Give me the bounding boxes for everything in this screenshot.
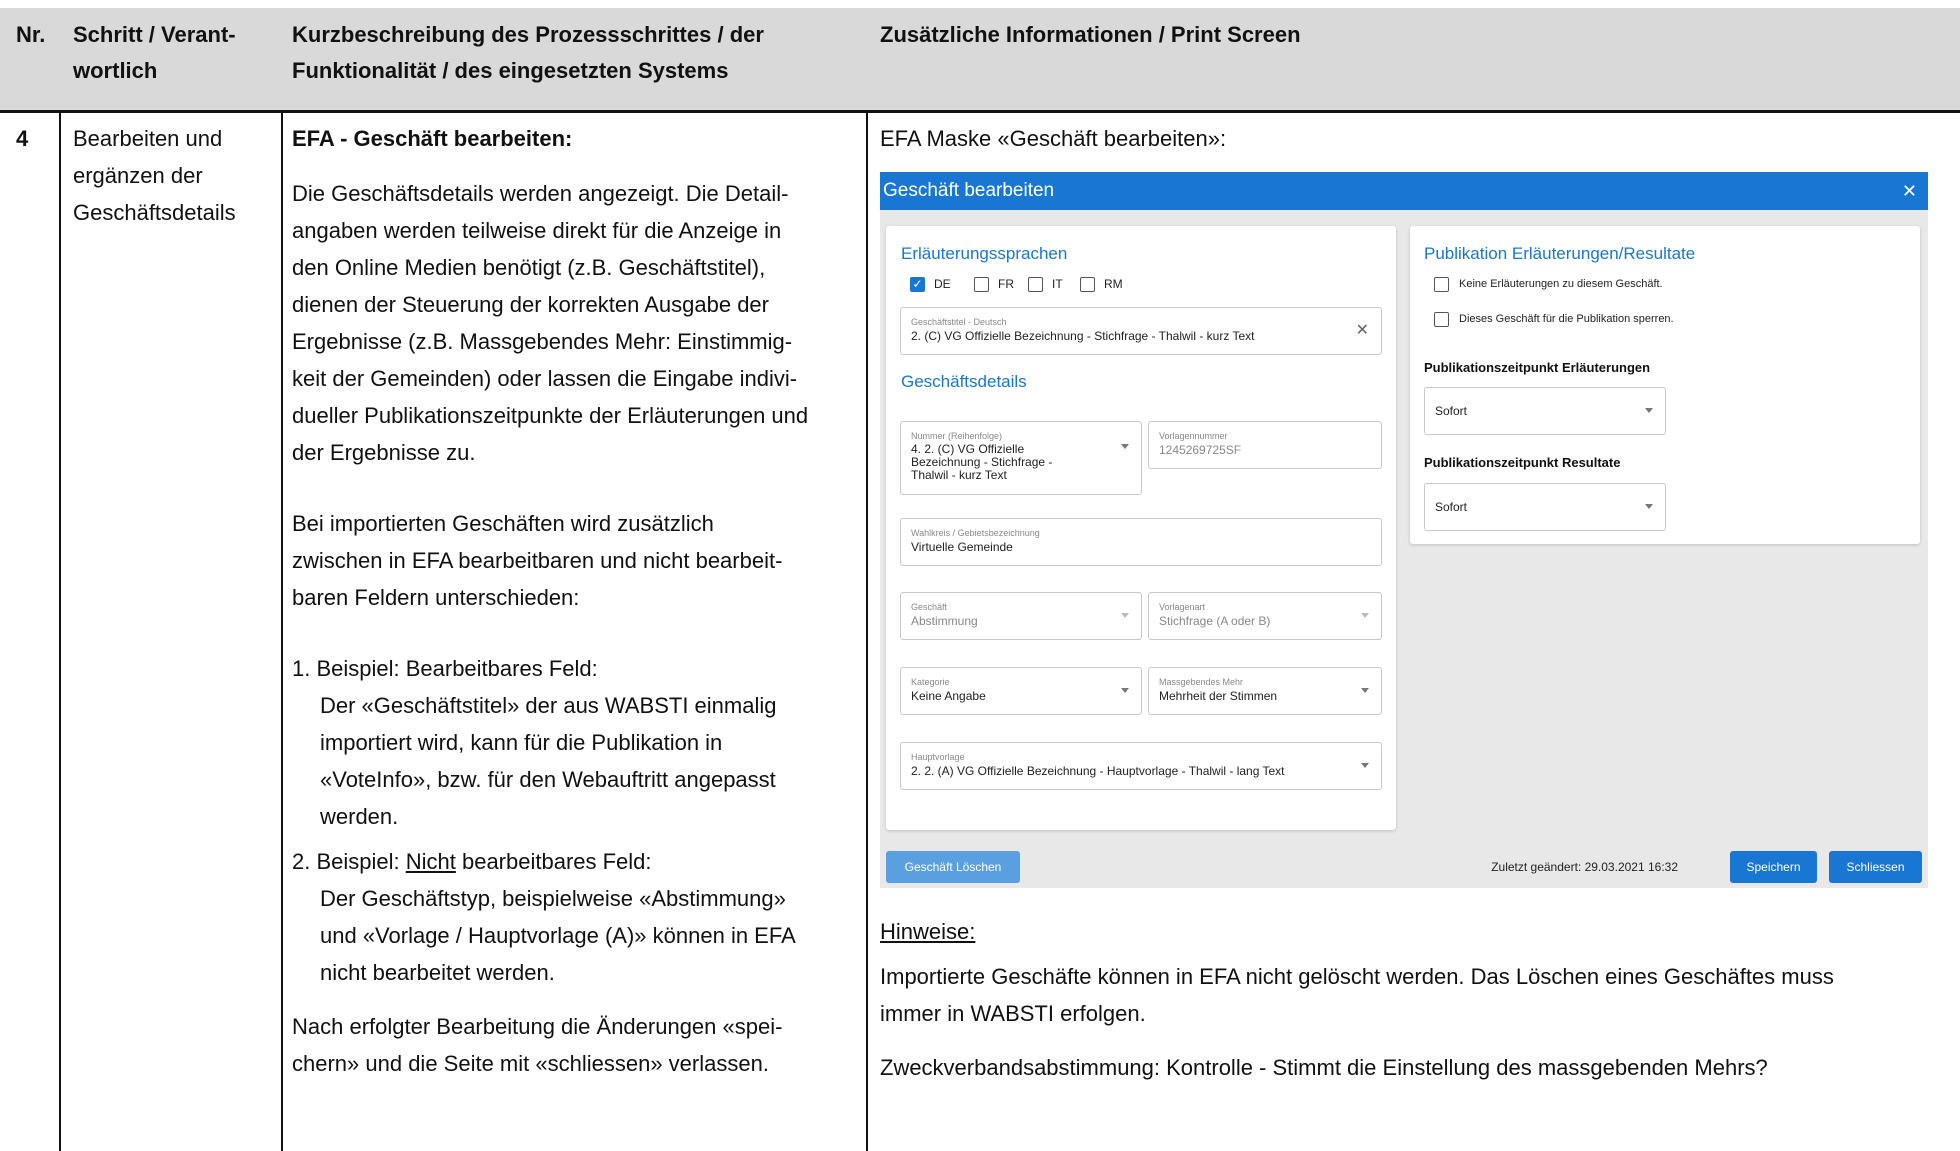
notes-section: Hinweise: Importierte Geschäfte können i… [880, 913, 1955, 1086]
edit-dialog: Geschäft bearbeiten ✕ Erläuterungssprach… [880, 172, 1928, 888]
column-divider [281, 113, 283, 1151]
number-select[interactable]: Nummer (Reihenfolge) 4. 2. (C) VG Offizi… [900, 421, 1142, 495]
publication-results-title: Publikationszeitpunkt Resultate [1424, 455, 1621, 470]
chevron-down-icon [1361, 613, 1369, 618]
chevron-down-icon [1121, 613, 1129, 618]
chevron-down-icon [1645, 408, 1653, 413]
hauptvorlage-select[interactable]: Hauptvorlage 2. 2. (A) VG Offizielle Bez… [900, 742, 1382, 790]
save-button[interactable]: Speichern [1730, 851, 1817, 883]
header-step: Schritt / Verant- wortlich [73, 22, 236, 83]
wahlkreis-field[interactable]: Wahlkreis / Gebietsbezeichnung Virtuelle… [900, 518, 1382, 566]
chevron-down-icon [1121, 444, 1129, 449]
publication-section-title: Publikation Erläuterungen/Resultate [1424, 244, 1696, 263]
dialog-title: Geschäft bearbeiten [883, 180, 1055, 201]
delete-button[interactable]: Geschäft Löschen [886, 851, 1020, 883]
description-cell: EFA - Geschäft bearbeiten: Die Geschäfts… [292, 120, 862, 1082]
header-description: Kurzbeschreibung des Prozessschrittes / … [292, 22, 764, 83]
example-2-title: 2. Beispiel: Nicht bearbeitbares Feld: [292, 849, 652, 874]
vorlagenart-select: Vorlagenart Stichfrage (A oder B) [1148, 592, 1382, 640]
header-info: Zusätzliche Informationen / Print Screen [880, 22, 1301, 47]
chevron-down-icon [1121, 688, 1129, 693]
publication-explanations-title: Publikationszeitpunkt Erläuterungen [1424, 360, 1651, 375]
massgebendes-mehr-select[interactable]: Massgebendes Mehr Mehrheit der Stimmen [1148, 667, 1382, 715]
geschaeft-select: Geschäft Abstimmung [900, 592, 1142, 640]
clear-icon[interactable]: ✕ [1356, 320, 1369, 340]
dialog-titlebar: Geschäft bearbeiten ✕ [880, 172, 1928, 210]
publication-explanations-select[interactable]: Sofort [1424, 387, 1666, 435]
last-changed-text: Zuletzt geändert: 29.03.2021 16:32 [1491, 860, 1678, 874]
column-divider [59, 113, 61, 1151]
close-icon[interactable]: ✕ [1902, 172, 1917, 210]
notes-title: Hinweise: [880, 919, 976, 944]
publication-card: Publikation Erläuterungen/Resultate Kein… [1410, 226, 1920, 544]
example-1-title: 1. Beispiel: Bearbeitbares Feld: [292, 656, 598, 681]
step-name: Bearbeiten und ergänzen der Geschäftsdet… [73, 126, 236, 225]
description-title: EFA - Geschäft bearbeiten: [292, 126, 573, 151]
close-button[interactable]: Schliessen [1829, 851, 1922, 883]
info-caption: EFA Maske «Geschäft bearbeiten»: [880, 126, 1227, 151]
header-nr: Nr. [16, 22, 46, 47]
chevron-down-icon [1361, 688, 1369, 693]
details-card: Erläuterungssprachen ✓ DE FR IT RM Gesch… [886, 226, 1396, 830]
kategorie-select[interactable]: Kategorie Keine Angabe [900, 667, 1142, 715]
chevron-down-icon [1645, 504, 1653, 509]
header-divider [0, 110, 1960, 113]
row-number: 4 [16, 126, 29, 151]
vorlagennummer-field: Vorlagennummer 1245269725SF [1148, 421, 1382, 469]
details-section-title: Geschäftsdetails [901, 372, 1027, 391]
title-field[interactable]: Geschäftstitel - Deutsch 2. (C) VG Offiz… [900, 307, 1382, 355]
check-icon[interactable]: ✓ [910, 277, 925, 292]
publication-results-select[interactable]: Sofort [1424, 483, 1666, 531]
column-divider [866, 113, 868, 1151]
chevron-down-icon [1361, 763, 1369, 768]
languages-section-title: Erläuterungssprachen [901, 244, 1068, 263]
